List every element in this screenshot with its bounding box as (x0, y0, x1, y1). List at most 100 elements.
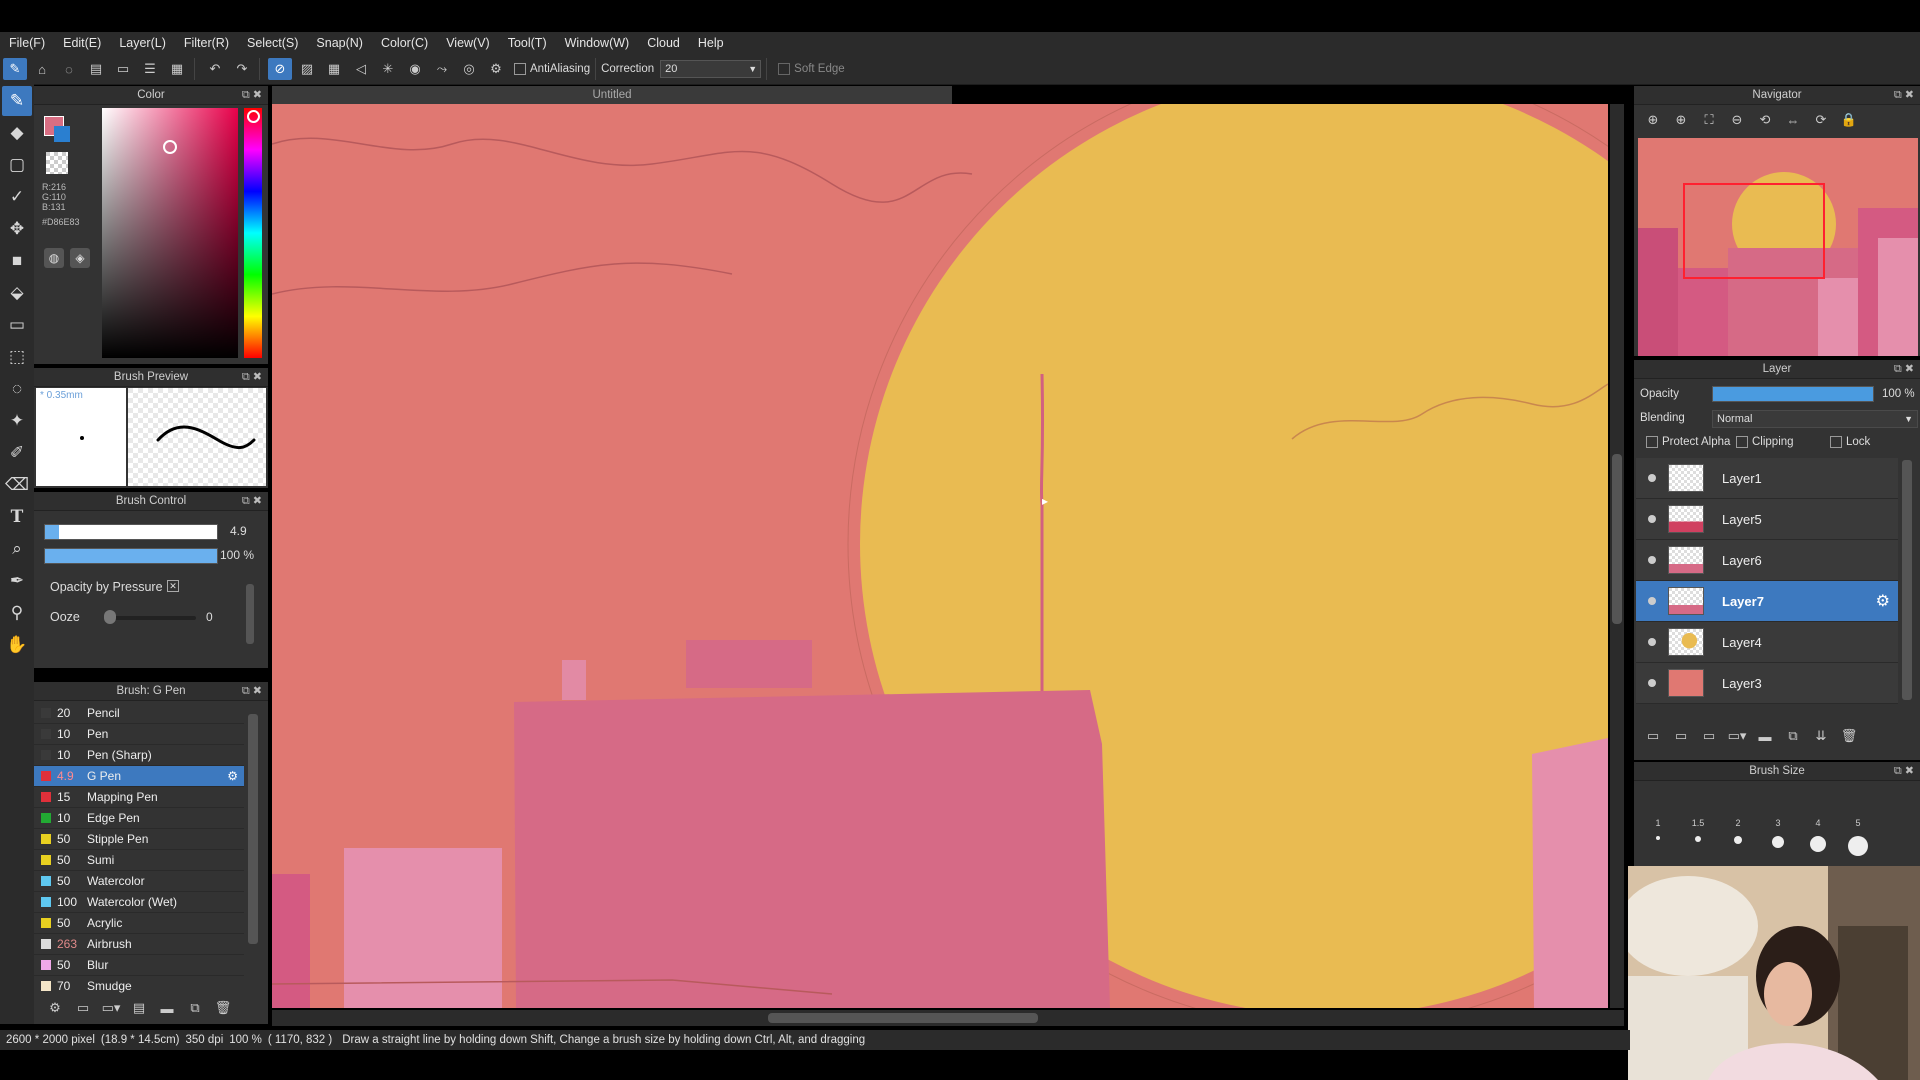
snap-perspective-icon[interactable]: ◁ (349, 58, 373, 80)
snap-curve-icon[interactable]: ⤳ (430, 58, 454, 80)
fill-tool-icon[interactable]: ⬙ (2, 278, 32, 308)
lock-icon[interactable]: 🔒 (1838, 110, 1860, 130)
visibility-eye-icon[interactable] (1648, 556, 1656, 564)
menu-filterr[interactable]: Filter(R) (175, 36, 238, 50)
layer-row[interactable]: Layer3 (1636, 663, 1898, 704)
undo-icon[interactable]: ↶ (203, 58, 227, 80)
rotate-right-icon[interactable]: ⟳ (1810, 110, 1832, 130)
visibility-eye-icon[interactable] (1648, 679, 1656, 687)
lock-option[interactable]: Lock (1830, 436, 1870, 448)
layer-opacity-slider[interactable] (1712, 386, 1874, 402)
edge-tool-icon[interactable]: ✓ (2, 182, 32, 212)
brush-settings-icon[interactable]: ⚙ (44, 998, 66, 1018)
new-layer-icon[interactable]: ▭ (1642, 726, 1664, 746)
menu-selects[interactable]: Select(S) (238, 36, 307, 50)
gradient-tool-icon[interactable]: ▭ (2, 310, 32, 340)
brush-item[interactable]: 70 Smudge (34, 976, 244, 993)
navigator-preview[interactable] (1638, 138, 1918, 356)
zoom-out-icon[interactable]: ⊖ (1726, 110, 1748, 130)
redo-icon[interactable]: ↷ (230, 58, 254, 80)
brush-control-scrollbar[interactable] (246, 584, 254, 644)
brush-mode-icon[interactable]: ✎ (3, 58, 27, 80)
menu-filef[interactable]: File(F) (0, 36, 54, 50)
menu-viewv[interactable]: View(V) (437, 36, 499, 50)
merge-layer-icon[interactable]: ⇊ (1810, 726, 1832, 746)
menu-cloud[interactable]: Cloud (638, 36, 689, 50)
scroll-thumb[interactable] (1612, 454, 1622, 624)
lock-checkbox[interactable] (1830, 436, 1842, 448)
brush-settings-gear-icon[interactable]: ⚙ (227, 769, 238, 783)
brush-delete-icon[interactable]: 🗑 (212, 998, 234, 1018)
rotate-icon[interactable]: ⟲ (1754, 110, 1776, 130)
rect-tool-icon[interactable]: ■ (2, 246, 32, 276)
text-tool-icon[interactable]: T (2, 502, 32, 532)
lasso-icon[interactable]: ◌ (2, 374, 32, 404)
drawing-canvas[interactable]: ▸ (272, 104, 1608, 1008)
menu-toolt[interactable]: Tool(T) (499, 36, 556, 50)
add-layer-menu-icon[interactable]: ▭▾ (1726, 726, 1748, 746)
layer-settings-gear-icon[interactable]: ⚙ (1876, 591, 1890, 611)
grid-icon[interactable]: ▦ (165, 58, 189, 80)
eyedropper-icon[interactable]: ⚲ (2, 598, 32, 628)
menu-edite[interactable]: Edit(E) (54, 36, 110, 50)
blending-dropdown[interactable]: Normal ▼ (1712, 410, 1918, 428)
secondary-color-swatch[interactable] (54, 126, 70, 142)
snap-ellipse-icon[interactable]: ◎ (457, 58, 481, 80)
snap-parallel-icon[interactable]: ▨ (295, 58, 319, 80)
layer-list-scrollbar[interactable] (1902, 460, 1912, 700)
snap-circle-icon[interactable]: ◉ (403, 58, 427, 80)
ooze-slider[interactable] (104, 616, 196, 620)
eraser-tool-icon[interactable]: ◆ (2, 118, 32, 148)
brush-item[interactable]: 10 Pen (34, 724, 244, 745)
canvas-tab[interactable]: Untitled (272, 86, 952, 104)
brush-item[interactable]: 50 Watercolor (34, 871, 244, 892)
snap-settings-icon[interactable]: ⚙ (484, 58, 508, 80)
snap-grid-icon[interactable]: ▦ (322, 58, 346, 80)
brush-size-preset[interactable]: 1.5 (1680, 786, 1716, 866)
flip-icon[interactable]: ⇔ (1782, 110, 1804, 130)
brush-tool-icon[interactable]: ✎ (2, 86, 32, 116)
tool-option-icon[interactable]: ⌂ (30, 58, 54, 80)
soft-edge-checkbox[interactable] (778, 63, 791, 75)
snap-off-icon[interactable]: ⊘ (268, 58, 292, 80)
select-eraser-icon[interactable]: ⌫ (2, 470, 32, 500)
brush-size-preset[interactable]: 4 (1800, 786, 1836, 866)
transparent-swatch[interactable] (46, 152, 68, 174)
menu-help[interactable]: Help (689, 36, 733, 50)
layer-row[interactable]: Layer5 (1636, 499, 1898, 540)
snap-radial-icon[interactable]: ✳ (376, 58, 400, 80)
menu-layerl[interactable]: Layer(L) (110, 36, 175, 50)
fit-icon[interactable]: ⛶ (1698, 110, 1720, 130)
brush-item[interactable]: 10 Edge Pen (34, 808, 244, 829)
panel-icon[interactable]: ▤ (84, 58, 108, 80)
brush-item[interactable]: 10 Pen (Sharp) (34, 745, 244, 766)
panel-buttons-icon[interactable]: ⧉ ✖ (1894, 762, 1914, 780)
correction-dropdown[interactable]: 20 ▼ (660, 60, 762, 78)
canvas-horizontal-scrollbar[interactable] (272, 1010, 1624, 1026)
brush-size-preset[interactable]: 1 (1640, 786, 1676, 866)
select-rect-icon[interactable]: ⬚ (2, 342, 32, 372)
menu-windoww[interactable]: Window(W) (556, 36, 639, 50)
layer-row[interactable]: Layer1 (1636, 458, 1898, 499)
opacity-by-pressure-checkbox[interactable]: ✕ (167, 580, 179, 592)
brush-load-icon[interactable]: ▤ (128, 998, 150, 1018)
new-brush-icon[interactable]: ▭ (72, 998, 94, 1018)
brush-item[interactable]: 263 Airbrush (34, 934, 244, 955)
canvas-vertical-scrollbar[interactable] (1610, 104, 1624, 1008)
move-tool-icon[interactable]: ✥ (2, 214, 32, 244)
brush-item[interactable]: 50 Sumi (34, 850, 244, 871)
zoom-reset-icon[interactable]: ⊕ (1642, 110, 1664, 130)
add-brush-icon[interactable]: ▭▾ (100, 998, 122, 1018)
list-icon[interactable]: ☰ (138, 58, 162, 80)
brush-item[interactable]: 15 Mapping Pen (34, 787, 244, 808)
brush-item[interactable]: 20 Pencil (34, 703, 244, 724)
brush-size-preset[interactable]: 3 (1760, 786, 1796, 866)
protect-alpha-checkbox[interactable] (1646, 436, 1658, 448)
brush-item[interactable]: 4.9 G Pen ⚙ (34, 766, 244, 787)
layer-row[interactable]: Layer6 (1636, 540, 1898, 581)
brush-list-scrollbar[interactable] (248, 714, 258, 944)
visibility-eye-icon[interactable] (1648, 515, 1656, 523)
brush-item[interactable]: 50 Blur (34, 955, 244, 976)
hand-tool-icon[interactable]: ✋ (2, 630, 32, 660)
menu-snapn[interactable]: Snap(N) (307, 36, 372, 50)
